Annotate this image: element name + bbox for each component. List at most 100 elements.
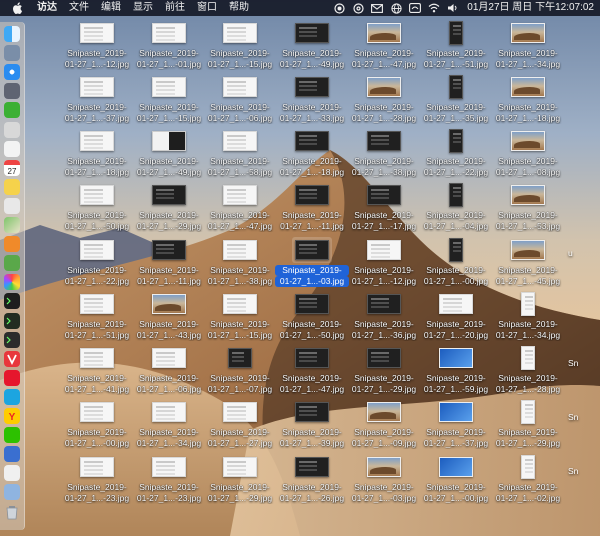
vivaldi-icon[interactable] <box>4 350 20 367</box>
menu-go[interactable]: 前往 <box>165 0 185 16</box>
desktop-file[interactable]: Snipaste_2019- 01-27_1...-37.jpg <box>416 399 496 453</box>
desktop-file[interactable]: Snipaste_2019- 01-27_1...-34.jpg <box>129 399 209 453</box>
desktop-file[interactable]: Snipaste_2019- 01-27_1...-51.jpg <box>57 291 137 345</box>
calendar-icon[interactable]: 27 <box>4 159 20 176</box>
desktop-file[interactable]: Snipaste_2019- 01-27_1...-49.jpg <box>129 128 209 182</box>
menu-edit[interactable]: 编辑 <box>101 0 121 16</box>
desktop-file[interactable]: Snipaste_2019- 01-27_1...-12.jpg <box>344 237 424 291</box>
desktop-file[interactable]: Snipaste_2019- 01-27_1...-11.jpg <box>129 237 209 291</box>
wechat-green-icon[interactable] <box>4 427 20 444</box>
desktop-file[interactable]: Snipaste_2019- 01-27_1...-07.jpg <box>200 345 280 399</box>
weibo-icon[interactable] <box>4 369 20 386</box>
wechat-icon[interactable] <box>4 102 20 119</box>
desktop-file[interactable]: Snipaste_2019- 01-27_1...-04.jpg <box>416 182 496 236</box>
desktop-file[interactable]: Snipaste_2019- 01-27_1...-20.jpg <box>416 291 496 345</box>
desktop-file[interactable]: Snipaste_2019- 01-27_1...-27.jpg <box>200 399 280 453</box>
document-icon[interactable] <box>4 465 20 482</box>
desktop-file[interactable]: Snipaste_2019- 01-27_1...-50.jpg <box>272 291 352 345</box>
partial-desktop-file[interactable]: Sn <box>566 464 578 476</box>
keynote-icon[interactable] <box>4 446 20 463</box>
desktop-file[interactable]: Snipaste_2019- 01-27_1...-22.jpg <box>57 237 137 291</box>
desktop-file[interactable]: Snipaste_2019- 01-27_1...-18.jpg <box>272 128 352 182</box>
desktop-file[interactable]: Snipaste_2019- 01-27_1...-01.jpg <box>129 20 209 74</box>
menu-bar-clock[interactable]: 01月27日 周日 下午12:07:02 <box>467 0 594 16</box>
desktop-file[interactable]: Snipaste_2019- 01-27_1...-58.jpg <box>200 128 280 182</box>
desktop-file[interactable]: Snipaste_2019- 01-27_1...-29.jpg <box>344 345 424 399</box>
desktop-file[interactable]: Snipaste_2019- 01-27_1...-29.jpg <box>200 454 280 508</box>
desktop-file[interactable]: Snipaste_2019- 01-27_1...-38.jpg <box>200 237 280 291</box>
desktop-file[interactable]: Snipaste_2019- 01-27_1...-47.jpg <box>272 345 352 399</box>
desktop-file[interactable]: Snipaste_2019- 01-27_1...-00.jpg <box>416 454 496 508</box>
maps-icon[interactable] <box>4 217 20 233</box>
desktop-file[interactable]: Snipaste_2019- 01-27_1...-37.jpg <box>57 74 137 128</box>
preview-icon[interactable] <box>4 197 20 214</box>
partial-desktop-file[interactable]: Sn <box>566 356 578 368</box>
trash-icon[interactable] <box>4 504 20 520</box>
desktop-file[interactable]: Snipaste_2019- 01-27_1...-09.jpg <box>344 399 424 453</box>
desktop-file[interactable]: Snipaste_2019- 01-27_1...-23.jpg <box>129 454 209 508</box>
notes-icon[interactable] <box>4 121 20 138</box>
desktop-file[interactable]: Snipaste_2019- 01-27_1...-18.jpg <box>57 128 137 182</box>
desktop-file[interactable]: Snipaste_2019- 01-27_1...-29.jpg <box>488 399 568 453</box>
desktop-file[interactable]: Snipaste_2019- 01-27_1...-15.jpg <box>129 74 209 128</box>
desktop-file[interactable]: Snipaste_2019- 01-27_1...-00.jpg <box>416 237 496 291</box>
yandex-icon[interactable]: Y <box>4 408 20 424</box>
desktop-file[interactable]: Snipaste_2019- 01-27_1...-41.jpg <box>57 345 137 399</box>
menu-finder[interactable]: 访达 <box>37 0 57 16</box>
desktop-file[interactable]: Snipaste_2019- 01-27_1...-34.jpg <box>488 20 568 74</box>
desktop-file[interactable]: Snipaste_2019- 01-27_1...-50.jpg <box>57 182 137 236</box>
desktop-file[interactable]: Snipaste_2019- 01-27_1...-03.jpg <box>344 454 424 508</box>
desktop-file[interactable]: Snipaste_2019- 01-27_1...-38.jpg <box>344 128 424 182</box>
menu-file[interactable]: 文件 <box>69 0 89 16</box>
browser-icon[interactable] <box>4 388 20 405</box>
downloads-icon[interactable] <box>4 484 20 501</box>
desktop-file[interactable]: Snipaste_2019- 01-27_1...-11.jpg <box>272 182 352 236</box>
desktop-file[interactable]: Snipaste_2019- 01-27_1...-43.jpg <box>129 291 209 345</box>
desktop-file[interactable]: Snipaste_2019- 01-27_1...-49.jpg <box>272 20 352 74</box>
finder-icon[interactable] <box>4 26 20 42</box>
partial-desktop-file[interactable]: u <box>566 246 573 258</box>
desktop-file[interactable]: Snipaste_2019- 01-27_1...-39.jpg <box>272 399 352 453</box>
record-icon[interactable] <box>332 0 346 16</box>
desktop-file[interactable]: Snipaste_2019- 01-27_1...-03.jpg <box>272 237 352 291</box>
bullseye-icon[interactable] <box>351 0 365 16</box>
time-machine-icon[interactable] <box>4 255 20 272</box>
desktop-file[interactable]: Snipaste_2019- 01-27_1...-26.jpg <box>272 454 352 508</box>
reminders-icon[interactable] <box>4 140 20 157</box>
desktop-file[interactable]: Snipaste_2019- 01-27_1...-06.jpg <box>129 345 209 399</box>
partial-desktop-file[interactable]: Sn <box>566 410 578 422</box>
console-icon[interactable] <box>4 331 20 348</box>
launchpad-icon[interactable] <box>4 45 20 62</box>
desktop-file[interactable]: Snipaste_2019- 01-27_1...-59.jpg <box>416 345 496 399</box>
desktop-file[interactable]: Snipaste_2019- 01-27_1...-28.jpg <box>344 74 424 128</box>
desktop-file[interactable]: Snipaste_2019- 01-27_1...-33.jpg <box>272 74 352 128</box>
notes-yellow-icon[interactable] <box>4 178 20 195</box>
desktop-file[interactable]: Snipaste_2019- 01-27_1...-18.jpg <box>488 74 568 128</box>
desktop-file[interactable]: Snipaste_2019- 01-27_1...-12.jpg <box>57 20 137 74</box>
safari-icon[interactable] <box>4 64 20 81</box>
desktop-file[interactable]: Snipaste_2019- 01-27_1...-15.jpg <box>200 291 280 345</box>
hotspot-icon[interactable] <box>408 0 422 16</box>
menu-view[interactable]: 显示 <box>133 0 153 16</box>
photos-icon[interactable] <box>4 274 20 291</box>
menu-window[interactable]: 窗口 <box>197 0 217 16</box>
desktop-file[interactable]: Snipaste_2019- 01-27_1...-06.jpg <box>200 74 280 128</box>
desktop-file[interactable]: Snipaste_2019- 01-27_1...-47.jpg <box>200 182 280 236</box>
desktop-file[interactable]: Snipaste_2019- 01-27_1...-15.jpg <box>200 20 280 74</box>
wifi-icon[interactable] <box>427 0 441 16</box>
mail-icon[interactable] <box>370 0 384 16</box>
desktop-file[interactable]: Snipaste_2019- 01-27_1...-51.jpg <box>416 20 496 74</box>
books-icon[interactable] <box>4 236 20 253</box>
rocket-icon[interactable] <box>4 83 20 100</box>
apple-menu-icon[interactable] <box>11 0 25 16</box>
activity-monitor-icon[interactable] <box>4 312 20 329</box>
globe-icon[interactable] <box>389 0 403 16</box>
desktop-file[interactable]: Snipaste_2019- 01-27_1...-17.jpg <box>344 182 424 236</box>
desktop-file[interactable]: Snipaste_2019- 01-27_1...-00.jpg <box>57 399 137 453</box>
desktop-file[interactable]: Snipaste_2019- 01-27_1...-29.jpg <box>129 182 209 236</box>
volume-icon[interactable] <box>446 0 460 16</box>
desktop-file[interactable]: Snipaste_2019- 01-27_1...-47.jpg <box>344 20 424 74</box>
desktop-file[interactable]: Snipaste_2019- 01-27_1...-45.jpg <box>488 237 568 291</box>
desktop-file[interactable]: Snipaste_2019- 01-27_1...-23.jpg <box>57 454 137 508</box>
desktop-file[interactable]: Snipaste_2019- 01-27_1...-36.jpg <box>344 291 424 345</box>
